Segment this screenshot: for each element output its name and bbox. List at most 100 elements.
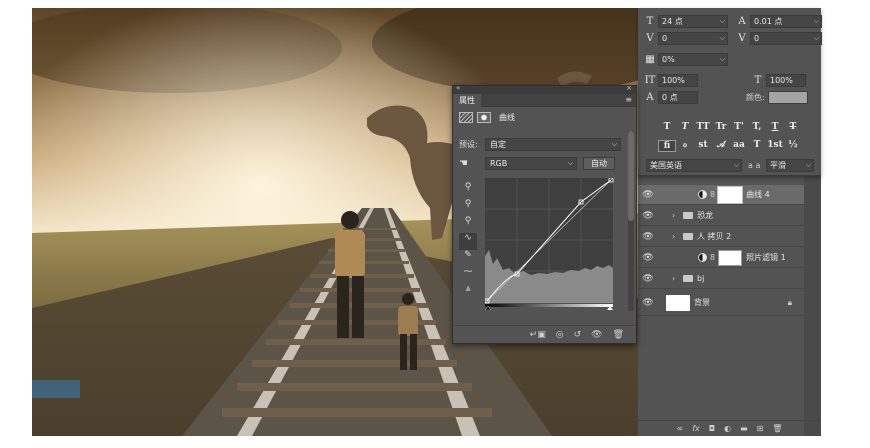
smooth-curve-icon[interactable]: ⁓ — [459, 267, 477, 284]
horizontal-scale-icon: T — [754, 74, 762, 86]
layer-group-person-copy-2[interactable]: 👁 › 人 拷贝 2 — [638, 227, 804, 247]
layer-name: 曲线 4 — [746, 190, 770, 199]
channel-select[interactable]: RGB ⌵ — [485, 157, 577, 170]
adjustment-icon[interactable]: ◐ — [724, 424, 731, 433]
gradient-bar — [485, 304, 613, 307]
faux-bold-button[interactable]: T — [658, 122, 676, 132]
reset-icon[interactable]: ↺ — [574, 330, 582, 340]
color-label: 颜色: — [746, 92, 765, 102]
tsume-field[interactable]: 0% ⌵ — [658, 52, 728, 66]
font-size-field[interactable]: 24 点 ⌵ — [658, 14, 728, 28]
discretionary-ligatures-button[interactable]: st — [694, 140, 712, 152]
visibility-eye-icon[interactable]: 👁 — [638, 298, 658, 308]
subscript-button[interactable]: T, — [748, 122, 766, 132]
tracking-field[interactable]: 0 ⌵ — [750, 31, 822, 45]
visibility-eye-icon[interactable]: 👁 — [638, 190, 658, 200]
leading-field[interactable]: 0.01 点 ⌵ — [750, 14, 822, 28]
curves-tools: ⚲ ⚲ ⚲ ∿ ✎ ⁓ ⩓ — [459, 182, 477, 301]
leading-icon: A — [738, 15, 746, 27]
curves-adjustment-icon[interactable] — [459, 112, 473, 123]
vertical-scale-icon: IT — [644, 74, 656, 86]
tab-properties[interactable]: 属性 — [453, 94, 481, 107]
panel-titlebar[interactable]: « × — [453, 84, 636, 94]
layer-group-bj[interactable]: 👁 › bj — [638, 269, 804, 289]
link-icon[interactable]: 8 — [710, 253, 715, 262]
chevron-right-icon[interactable]: › — [672, 211, 680, 220]
eyedropper-white-icon[interactable]: ⚲ — [459, 216, 477, 233]
properties-scrollbar[interactable] — [628, 131, 634, 311]
on-image-adjust-icon[interactable]: ☚ — [459, 158, 485, 169]
link-icon[interactable]: 8 — [710, 190, 715, 199]
new-group-icon[interactable]: ▬ — [740, 424, 748, 433]
layer-photo-filter-1[interactable]: 👁 8 照片滤镜 1 — [638, 248, 804, 268]
layers-footer-toolbar: ∞ fx ◘ ◐ ▬ ⊞ 🗑︎ — [638, 420, 821, 436]
eyedropper-black-icon[interactable]: ⚲ — [459, 182, 477, 199]
collapse-icon[interactable]: « — [456, 84, 460, 92]
link-layers-icon[interactable]: ∞ — [677, 424, 684, 433]
kerning-icon: V — [646, 32, 654, 44]
channel-row: ☚ RGB ⌵ 自动 — [459, 157, 615, 170]
curve-point-tool-icon[interactable]: ∿ — [459, 233, 477, 250]
all-caps-button[interactable]: TT — [694, 122, 712, 132]
swash-button[interactable]: 𝒜 — [712, 140, 730, 152]
eyedropper-gray-icon[interactable]: ⚲ — [459, 199, 477, 216]
layers-scrollbar[interactable] — [804, 176, 821, 436]
visibility-eye-icon[interactable]: 👁 — [638, 253, 658, 263]
baseline-shift-field[interactable]: 0 点 — [658, 90, 698, 104]
layer-name: 背景 — [694, 298, 710, 307]
adjustment-layer-icon — [698, 253, 707, 262]
new-layer-icon[interactable]: ⊞ — [757, 424, 764, 433]
pencil-tool-icon[interactable]: ✎ — [459, 250, 477, 267]
auto-button[interactable]: 自动 — [583, 157, 615, 170]
clip-to-layer-icon[interactable]: ↵▣ — [530, 330, 546, 340]
chevron-right-icon[interactable]: › — [672, 274, 680, 283]
visibility-eye-icon[interactable]: 👁 — [638, 232, 658, 242]
ordinals-button[interactable]: 1st — [766, 140, 784, 152]
close-icon[interactable]: × — [626, 84, 632, 92]
type-style-buttons: T T TT Tr T' T, T T — [658, 122, 802, 132]
fx-icon[interactable]: fx — [692, 424, 700, 433]
titling-button[interactable]: T — [748, 140, 766, 152]
curves-graph[interactable] — [485, 178, 617, 310]
preset-select[interactable]: 自定 ⌵ — [485, 138, 621, 151]
horizontal-scale-field[interactable]: 100% — [766, 73, 806, 87]
stylistic-alternates-button[interactable]: aa — [730, 140, 748, 152]
delete-icon[interactable]: 🗑︎ — [613, 330, 624, 340]
faux-italic-button[interactable]: T — [676, 122, 694, 132]
underline-button[interactable]: T — [766, 122, 784, 132]
antialias-select[interactable]: 平滑 ⌵ — [766, 158, 814, 172]
layer-background[interactable]: 👁 背景 🔒︎ — [638, 290, 804, 316]
alt-ligatures-button[interactable]: ℴ — [676, 140, 694, 152]
layer-mask-thumbnail[interactable] — [717, 185, 744, 204]
layers-panel: 👁 8 曲线 4 👁 › 恐龙 👁 › 人 拷贝 2 👁 8 照片滤镜 1 👁 … — [638, 176, 821, 436]
fractions-button[interactable]: ½ — [784, 140, 802, 152]
text-color-swatch[interactable] — [767, 90, 808, 104]
kerning-field[interactable]: 0 ⌵ — [658, 31, 728, 45]
visibility-eye-icon[interactable]: 👁 — [591, 330, 602, 340]
visibility-eye-icon[interactable]: 👁 — [638, 274, 658, 284]
clipping-warning-icon[interactable]: ⩓ — [459, 284, 477, 301]
view-previous-icon[interactable]: ◎ — [556, 330, 564, 340]
add-mask-icon[interactable]: ◘ — [709, 424, 715, 433]
tracking-icon: V — [738, 32, 746, 44]
vertical-scale-field[interactable]: 100% — [658, 73, 698, 87]
properties-panel: « × 属性 ≡ 曲线 预设: 自定 ⌵ ☚ RGB ⌵ 自动 ⚲ ⚲ ⚲ ∿ ✎ … — [452, 84, 637, 344]
layer-name: 恐龙 — [697, 211, 713, 220]
chevron-right-icon[interactable]: › — [672, 232, 680, 241]
language-select[interactable]: 美国英语 ⌵ — [646, 158, 742, 172]
strikethrough-button[interactable]: T — [784, 122, 802, 132]
baseline-shift-icon: A — [646, 91, 654, 103]
trash-icon[interactable]: 🗑︎ — [772, 424, 782, 433]
folder-icon — [683, 212, 693, 219]
layer-mask-thumbnail[interactable] — [718, 249, 743, 266]
antialias-icon: a a — [748, 160, 761, 170]
visibility-eye-icon[interactable]: 👁 — [638, 211, 658, 221]
layer-name: 照片滤镜 1 — [746, 253, 786, 262]
ligatures-button[interactable]: fi — [658, 140, 676, 152]
layer-group-dinosaur[interactable]: 👁 › 恐龙 — [638, 206, 804, 226]
layer-curves-4[interactable]: 👁 8 曲线 4 — [638, 185, 804, 205]
mask-icon[interactable] — [477, 112, 491, 123]
superscript-button[interactable]: T' — [730, 122, 748, 132]
panel-menu-icon[interactable]: ≡ — [625, 95, 632, 104]
small-caps-button[interactable]: Tr — [712, 122, 730, 132]
